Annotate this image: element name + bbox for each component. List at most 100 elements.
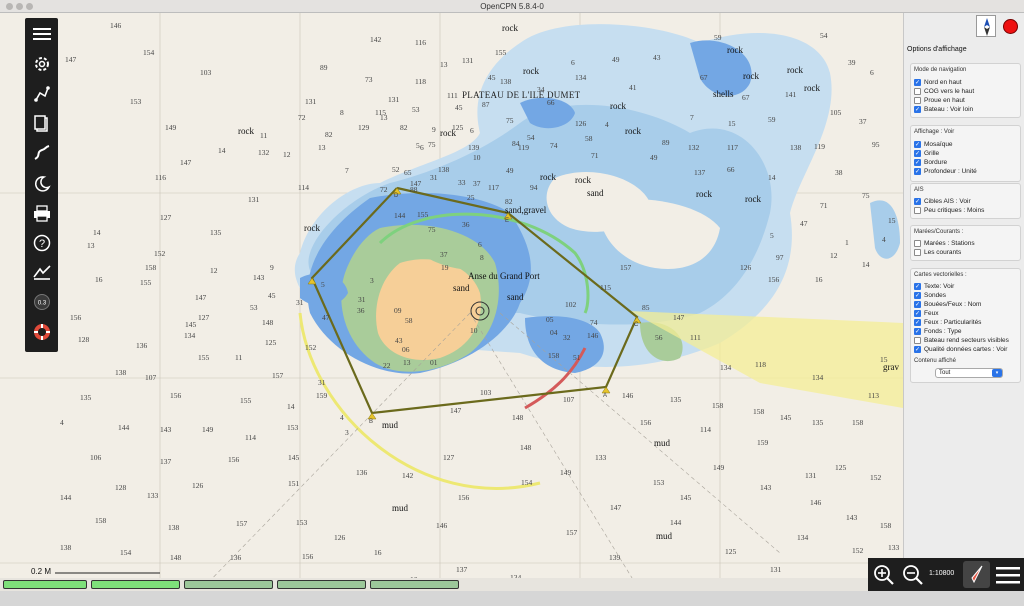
chart-selector-segment[interactable] (3, 580, 87, 589)
checkbox-currents[interactable]: Les courants (914, 249, 961, 256)
sounding: 49 (506, 166, 514, 175)
print-icon[interactable] (29, 200, 54, 225)
menu-icon[interactable] (29, 21, 54, 46)
night-mode-icon[interactable] (29, 171, 54, 196)
checkbox-buoy-light-names[interactable]: ✓ Bouées/Feux : Nom (914, 301, 981, 308)
sounding: 97 (776, 253, 784, 262)
chart-canvas[interactable]: PLATEAU DE L'ILE DUMET Anse du Grand Por… (0, 13, 903, 591)
sounding: 73 (365, 75, 373, 84)
sounding: 157 (566, 528, 578, 537)
seabed-label: rock (787, 65, 803, 75)
checkbox-seabed-type[interactable]: ✓ Fonds : Type (914, 328, 961, 335)
minimize-window-button[interactable] (16, 3, 23, 10)
sounding: 148 (170, 553, 182, 562)
help-icon[interactable]: ? (29, 230, 54, 255)
sounding: 43 (395, 336, 403, 345)
checkbox-cog-up[interactable]: COG vers le haut (914, 88, 974, 95)
sounding: 19 (441, 263, 449, 272)
zoom-window-button[interactable] (26, 3, 33, 10)
checkbox-soundings[interactable]: ✓ Sondes (914, 292, 946, 299)
sounding: 3 (345, 428, 349, 437)
follow-ship-icon[interactable] (963, 561, 990, 588)
sounding: 158 (712, 401, 724, 410)
sounding: 154 (521, 478, 533, 487)
sounding: 5 (770, 231, 774, 240)
track-icon[interactable] (29, 140, 54, 165)
sounding: 158 (145, 263, 157, 272)
route-icon[interactable] (29, 81, 54, 106)
seabed-label: rock (745, 194, 761, 204)
sounding: 146 (587, 331, 599, 340)
sounding: 114 (298, 183, 309, 192)
sounding: 133 (147, 491, 159, 500)
content-header: Contenu affiché (914, 358, 956, 364)
content-select[interactable]: Tout ▾ (935, 368, 1003, 378)
checkbox-ais-targets[interactable]: ✓ Cibles AIS : Voir (914, 198, 971, 205)
zoom-controls: 1:10800 (868, 558, 1024, 591)
svg-text:0.3: 0.3 (37, 300, 46, 306)
sounding: 131 (805, 471, 817, 480)
sounding: 15 (888, 216, 896, 225)
checkbox-north-up[interactable]: ✓ Nord en haut (914, 79, 962, 86)
sounding: 67 (742, 93, 750, 102)
ais-icon[interactable] (29, 259, 54, 284)
group-navigation-mode: Mode de navigation ✓ Nord en haut COG ver… (910, 63, 1021, 118)
checkbox-mosaic[interactable]: ✓ Mosaïque (914, 141, 953, 148)
sounding: 131 (388, 95, 400, 104)
seabed-label: rock (804, 83, 820, 93)
waypoint-label: B (369, 419, 374, 425)
sounding: 157 (272, 371, 284, 380)
scale-readout: 1:10800 (929, 570, 955, 577)
sounding: 10 (470, 326, 478, 335)
checkbox-text[interactable]: ✓ Texte: Voir (914, 283, 954, 290)
quilting-icon[interactable]: 0.3 (29, 289, 54, 314)
checkbox-light-descriptions[interactable]: ✓ Feux : Particularités (914, 319, 981, 326)
sounding: 14 (862, 260, 870, 269)
seabed-label: rock (238, 126, 254, 136)
checkbox-lights[interactable]: ✓ Feux (914, 310, 938, 317)
checkbox-tide-stations[interactable]: Marées : Stations (914, 240, 975, 247)
menu-icon[interactable] (996, 564, 1020, 586)
sounding: 106 (90, 453, 102, 462)
chart-selector-segment[interactable] (277, 580, 366, 589)
close-window-button[interactable] (6, 3, 13, 10)
sounding: 58 (405, 316, 413, 325)
sounding: 141 (785, 90, 797, 99)
checkbox-depth-unit[interactable]: ✓ Profondeur : Unité (914, 168, 977, 175)
waypoint-label: A (603, 393, 608, 399)
checkbox-ship-sectors[interactable]: Bateau rend secteurs visibles (914, 337, 1009, 344)
sounding: 147 (195, 293, 207, 302)
sounding: 144 (60, 493, 72, 502)
sounding: 38 (835, 168, 843, 177)
sounding: 146 (622, 391, 634, 400)
sounding: 145 (185, 320, 197, 329)
sounding: 3 (370, 276, 374, 285)
sounding: 149 (165, 123, 177, 132)
sounding: 16 (815, 275, 823, 284)
compass-icon[interactable] (976, 15, 996, 37)
sounding: 82 (505, 197, 513, 206)
sounding: 59 (714, 33, 722, 42)
checkbox-look-ahead[interactable]: ✓ Bateau : Voir loin (914, 106, 973, 113)
chart-selector-segment[interactable] (370, 580, 459, 589)
checkbox-data-quality[interactable]: ✓ Qualité données cartes : Voir (914, 346, 1007, 353)
route-manager-icon[interactable] (29, 111, 54, 136)
sounding: 75 (506, 116, 514, 125)
sounding: 75 (428, 225, 436, 234)
sounding: 37 (440, 250, 448, 259)
checkbox-ais-less-critical[interactable]: Peu critiques : Moins (914, 207, 984, 214)
place-name-anse: Anse du Grand Port (468, 271, 540, 281)
chart-selector-segment[interactable] (91, 580, 180, 589)
chart-selector-segment[interactable] (184, 580, 273, 589)
checkbox-head-up[interactable]: Proue en haut (914, 97, 965, 104)
sounding: 54 (820, 31, 828, 40)
zoom-in-icon[interactable] (873, 564, 895, 586)
checkbox-outline[interactable]: ✓ Bordure (914, 159, 947, 166)
sounding: 131 (770, 565, 782, 574)
mob-icon[interactable] (29, 319, 54, 344)
settings-icon[interactable] (29, 51, 54, 76)
checkbox-grid[interactable]: ✓ Grille (914, 150, 939, 157)
seabed-label: rock (743, 71, 759, 81)
status-bar (0, 591, 1024, 606)
zoom-out-icon[interactable] (902, 564, 924, 586)
